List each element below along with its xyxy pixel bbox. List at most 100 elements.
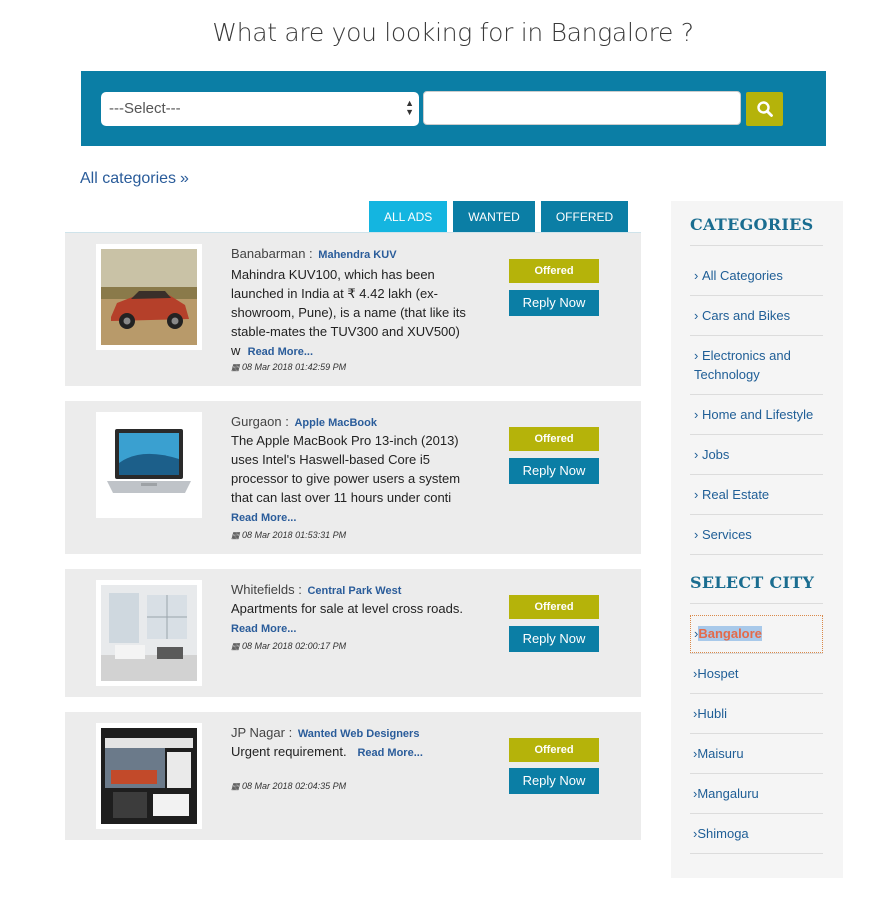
ad-description: Urgent requirement. Read More... bbox=[231, 742, 471, 763]
tab-wanted[interactable]: WANTED bbox=[453, 201, 535, 233]
city-item-label: Shimoga bbox=[697, 826, 749, 841]
apartment-photo bbox=[101, 585, 197, 681]
reply-now-button[interactable]: Reply Now bbox=[509, 290, 599, 316]
category-select[interactable]: ---Select--- ▲ ▼ bbox=[101, 92, 419, 126]
ad-description: Mahindra KUV100, which has been launched… bbox=[231, 265, 471, 362]
ad-card: Gurgaon : Apple MacBook The Apple MacBoo… bbox=[65, 401, 641, 554]
ad-location-name: Gurgaon : bbox=[231, 414, 289, 429]
offered-badge: Offered bbox=[509, 738, 599, 762]
ad-title-link[interactable]: Mahendra KUV bbox=[318, 249, 396, 261]
ad-description-text: The Apple MacBook Pro 13-inch (2013) use… bbox=[231, 433, 461, 505]
city-item-bangalore[interactable]: ›Bangalore bbox=[690, 615, 823, 653]
divider bbox=[690, 474, 823, 475]
divider bbox=[690, 335, 823, 336]
sidebar-item-label: Real Estate bbox=[701, 487, 770, 502]
ad-title-link[interactable]: Apple MacBook bbox=[294, 417, 377, 429]
page-headline: What are you looking for in Bangalore ? bbox=[212, 18, 694, 47]
city-item-maisuru[interactable]: ›Maisuru bbox=[693, 746, 744, 761]
ad-date: ▦ 08 Mar 2018 02:00:17 PM bbox=[231, 641, 346, 652]
double-chevron-icon: » bbox=[180, 170, 189, 187]
calendar-icon: ▦ bbox=[231, 641, 240, 651]
car-photo bbox=[101, 249, 197, 345]
sidebar-item-services[interactable]: › Services bbox=[694, 525, 823, 544]
ad-thumbnail[interactable] bbox=[96, 580, 202, 686]
laptop-photo bbox=[101, 417, 197, 513]
read-more-link[interactable]: Read More... bbox=[231, 623, 296, 635]
read-more-link[interactable]: Read More... bbox=[248, 346, 313, 358]
ad-location: Banabarman : Mahendra KUV bbox=[231, 246, 397, 261]
search-input[interactable] bbox=[423, 91, 741, 125]
ad-description-text: Urgent requirement. bbox=[231, 744, 347, 759]
reply-now-button[interactable]: Reply Now bbox=[509, 768, 599, 794]
tab-offered[interactable]: OFFERED bbox=[540, 201, 629, 233]
sidebar-item-label: Services bbox=[701, 527, 752, 542]
city-item-label: Mangaluru bbox=[697, 786, 759, 801]
sidebar-item-cars-and-bikes[interactable]: › Cars and Bikes bbox=[694, 306, 823, 325]
ad-date-text: 08 Mar 2018 01:53:31 PM bbox=[242, 530, 347, 540]
ad-description: Apartments for sale at level cross roads… bbox=[231, 599, 471, 639]
divider bbox=[690, 554, 823, 555]
ad-location: Gurgaon : Apple MacBook bbox=[231, 414, 377, 429]
calendar-icon: ▦ bbox=[231, 362, 240, 372]
reply-now-button[interactable]: Reply Now bbox=[509, 458, 599, 484]
sidebar-item-electronics[interactable]: › Electronics and Technology bbox=[694, 346, 823, 384]
sidebar-item-label: Cars and Bikes bbox=[701, 308, 791, 323]
tab-all-ads[interactable]: ALL ADS bbox=[369, 201, 448, 233]
sidebar-item-label: Electronics and Technology bbox=[694, 348, 791, 382]
divider bbox=[690, 813, 823, 814]
search-button[interactable] bbox=[746, 92, 783, 126]
ad-thumbnail[interactable] bbox=[96, 244, 202, 350]
city-item-hospet[interactable]: ›Hospet bbox=[693, 666, 739, 681]
sidebar: CATEGORIES › All Categories › Cars and B… bbox=[671, 201, 843, 878]
reply-now-button[interactable]: Reply Now bbox=[509, 626, 599, 652]
sidebar-item-jobs[interactable]: › Jobs bbox=[694, 445, 823, 464]
sidebar-item-home-and-lifestyle[interactable]: › Home and Lifestyle bbox=[694, 405, 823, 424]
read-more-link[interactable]: Read More... bbox=[231, 512, 296, 524]
divider bbox=[690, 394, 823, 395]
ad-thumbnail[interactable] bbox=[96, 412, 202, 518]
all-categories-label: All categories bbox=[80, 170, 177, 187]
divider bbox=[690, 853, 823, 854]
all-categories-link[interactable]: All categories» bbox=[80, 170, 189, 188]
ad-location: JP Nagar : Wanted Web Designers bbox=[231, 725, 419, 740]
ad-location: Whitefields : Central Park West bbox=[231, 582, 401, 597]
divider bbox=[690, 733, 823, 734]
search-icon bbox=[756, 101, 773, 117]
city-item-label: Hospet bbox=[697, 666, 739, 681]
read-more-link[interactable]: Read More... bbox=[357, 747, 422, 759]
ad-location-name: JP Nagar : bbox=[231, 725, 293, 740]
ad-date-text: 08 Mar 2018 02:04:35 PM bbox=[242, 781, 347, 791]
ad-card: Banabarman : Mahendra KUV Mahindra KUV10… bbox=[65, 233, 641, 386]
ad-date-text: 08 Mar 2018 01:42:59 PM bbox=[242, 362, 347, 372]
select-city-heading: SELECT CITY bbox=[690, 573, 815, 592]
divider bbox=[690, 434, 823, 435]
ad-date: ▦ 08 Mar 2018 01:42:59 PM bbox=[231, 362, 346, 373]
ad-title-link[interactable]: Central Park West bbox=[307, 585, 401, 597]
city-item-shimoga[interactable]: ›Shimoga bbox=[693, 826, 749, 841]
divider bbox=[690, 295, 823, 296]
offered-badge: Offered bbox=[509, 427, 599, 451]
search-bar: ---Select--- ▲ ▼ bbox=[81, 71, 826, 146]
sidebar-item-all-categories[interactable]: › All Categories bbox=[694, 266, 823, 285]
city-item-mangaluru[interactable]: ›Mangaluru bbox=[693, 786, 759, 801]
divider bbox=[690, 773, 823, 774]
offered-badge: Offered bbox=[509, 259, 599, 283]
offered-badge: Offered bbox=[509, 595, 599, 619]
ad-location-name: Banabarman : bbox=[231, 246, 313, 261]
ad-title-link[interactable]: Wanted Web Designers bbox=[298, 728, 420, 740]
ad-description-text: Mahindra KUV100, which has been launched… bbox=[231, 267, 466, 358]
sidebar-item-label: All Categories bbox=[701, 268, 783, 283]
sidebar-item-label: Home and Lifestyle bbox=[701, 407, 814, 422]
ad-filter-tabs: ALL ADS WANTED OFFERED bbox=[369, 201, 629, 233]
ad-thumbnail[interactable] bbox=[96, 723, 202, 829]
ad-description-text: Apartments for sale at level cross roads… bbox=[231, 601, 463, 616]
page: What are you looking for in Bangalore ? … bbox=[0, 0, 885, 911]
sidebar-item-real-estate[interactable]: › Real Estate bbox=[694, 485, 823, 504]
select-arrows-icon: ▲ ▼ bbox=[405, 98, 414, 117]
city-item-hubli[interactable]: ›Hubli bbox=[693, 706, 727, 721]
ad-date-text: 08 Mar 2018 02:00:17 PM bbox=[242, 641, 347, 651]
ad-card: JP Nagar : Wanted Web Designers Urgent r… bbox=[65, 712, 641, 840]
city-item-label: Maisuru bbox=[697, 746, 744, 761]
divider bbox=[690, 653, 823, 654]
city-item-label: Bangalore bbox=[698, 626, 762, 641]
